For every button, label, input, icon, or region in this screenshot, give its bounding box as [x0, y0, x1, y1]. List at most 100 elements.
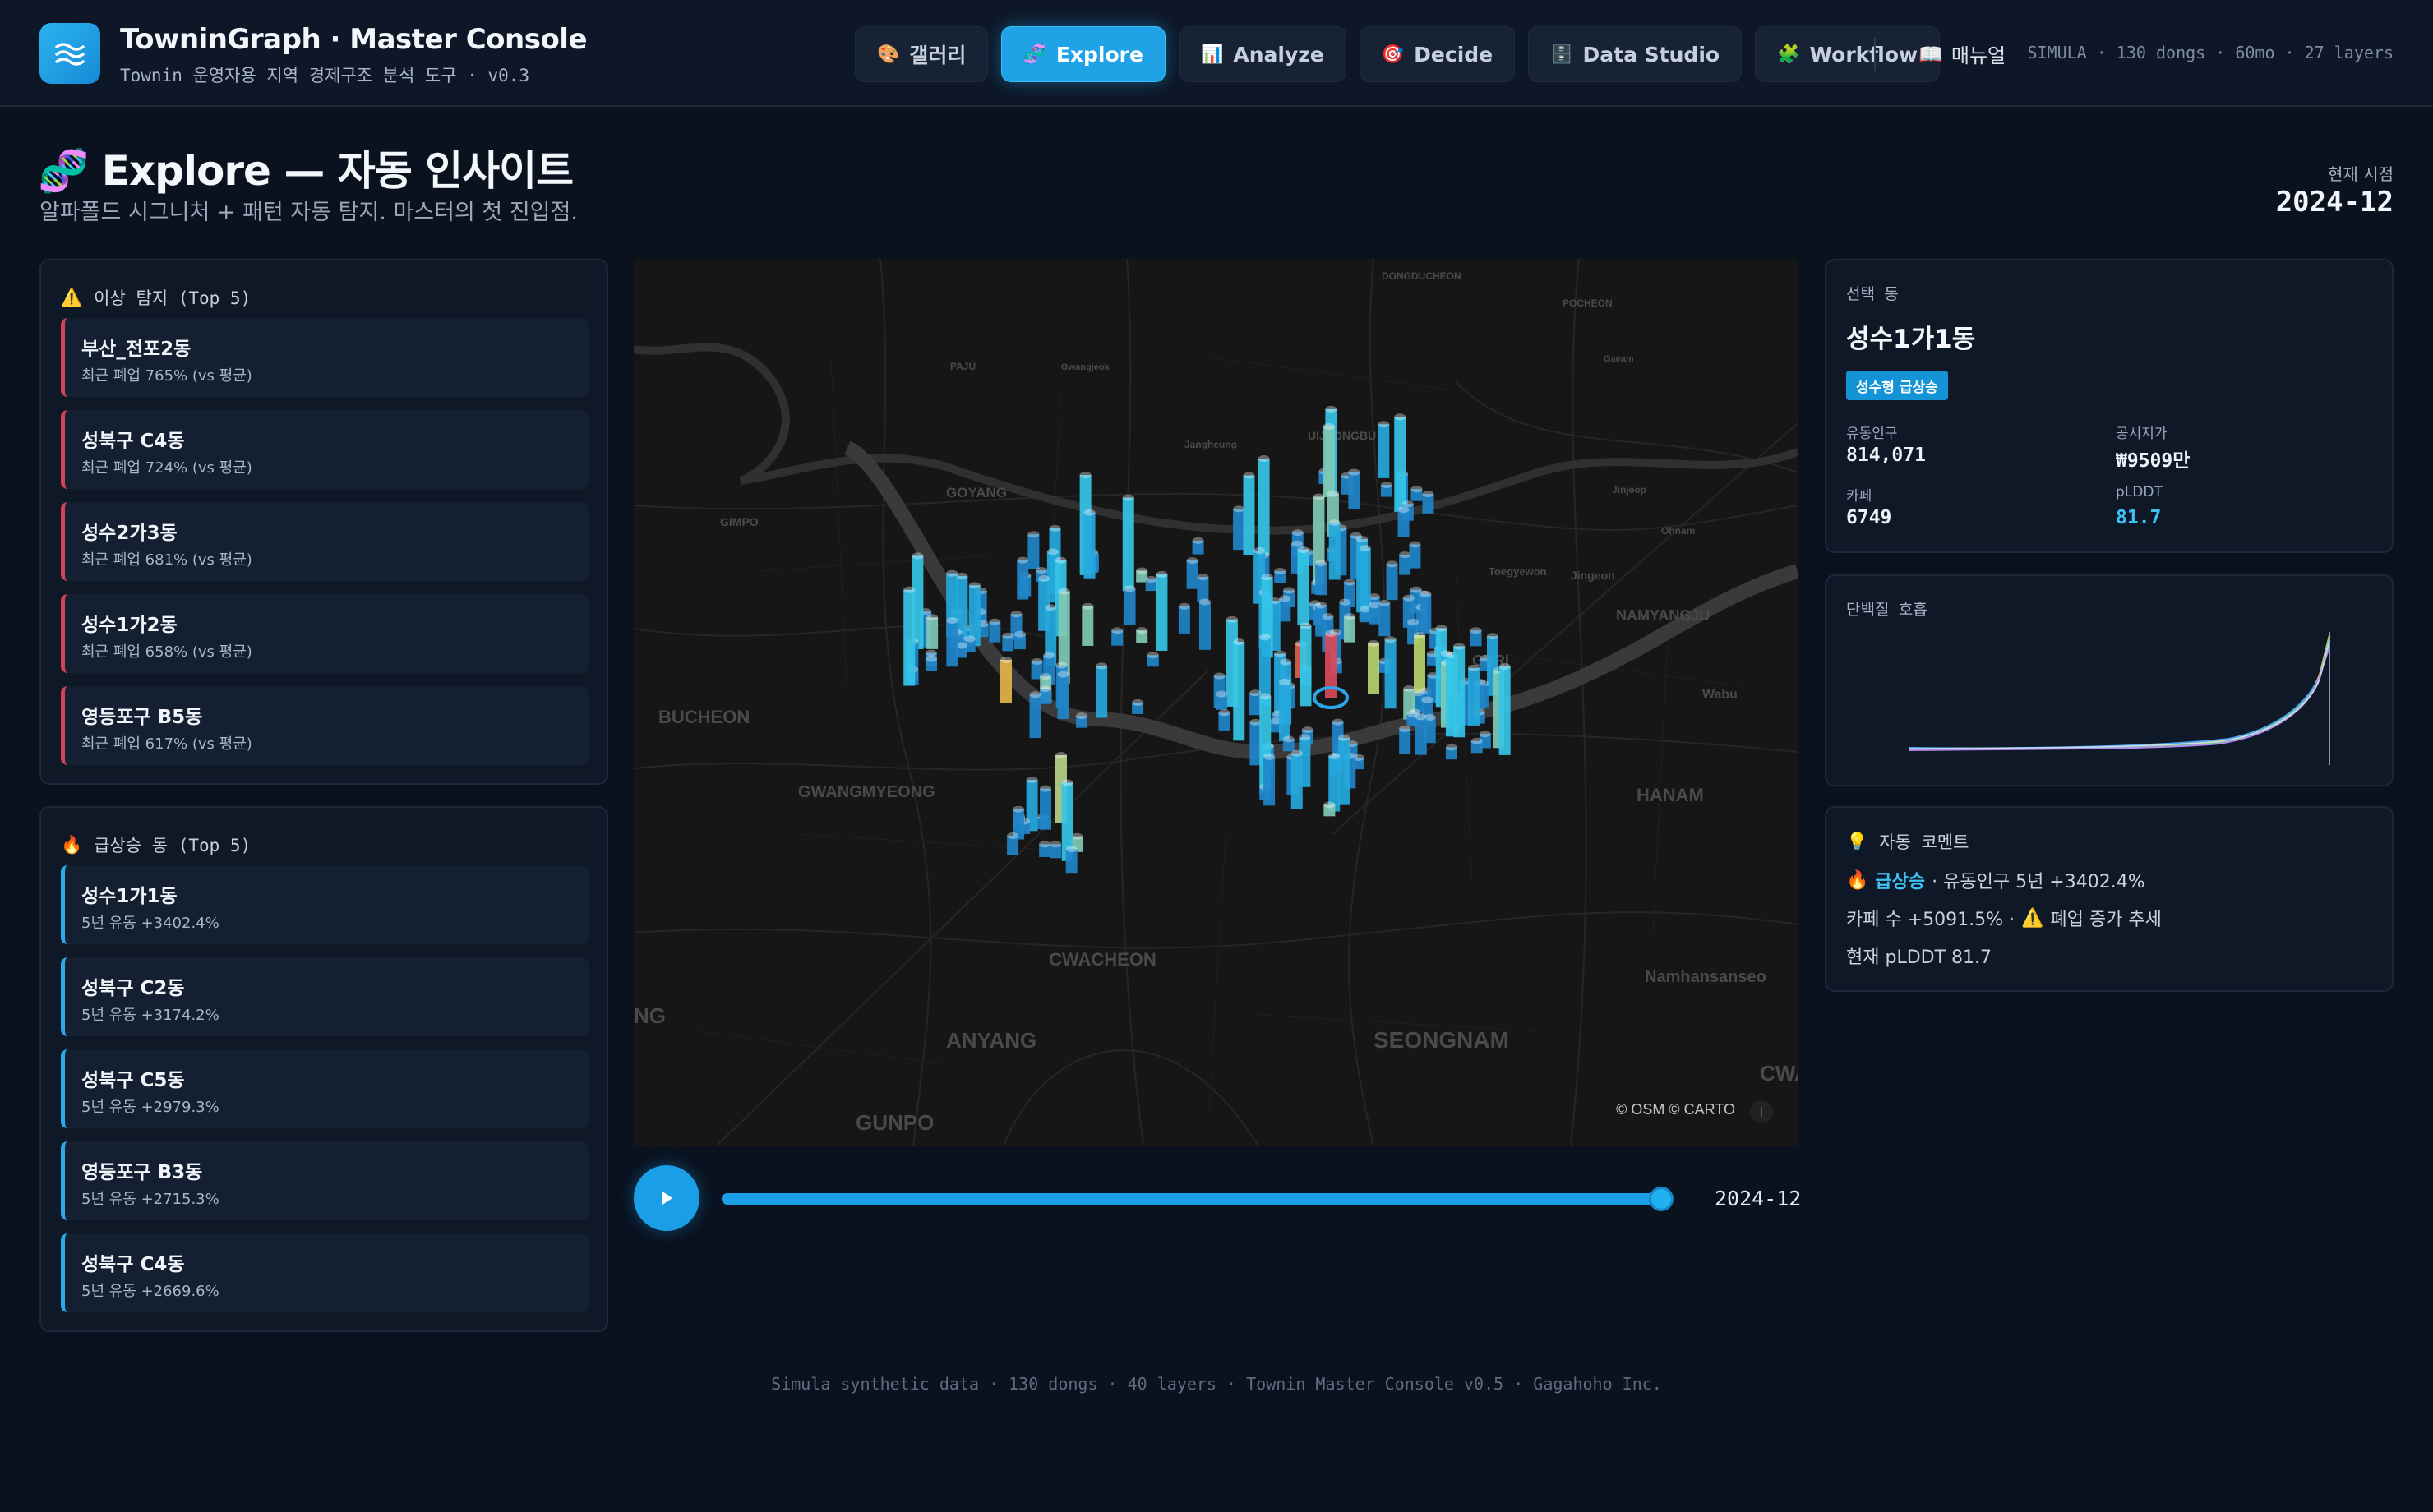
column-cap [1402, 594, 1415, 602]
tab-data-studio[interactable]: 🗄️ Data Studio [1528, 26, 1743, 82]
column-cap [1046, 548, 1059, 555]
tab-analyze[interactable]: 📊 Analyze [1178, 26, 1346, 82]
dong-column[interactable] [1233, 509, 1245, 551]
anomaly-item[interactable]: 성북구 C4동 최근 폐업 724% (vs 평균) [61, 410, 589, 489]
dong-column[interactable] [1156, 574, 1168, 651]
dong-column[interactable] [1017, 560, 1029, 600]
dong-column[interactable] [1399, 728, 1411, 754]
dong-column[interactable] [1039, 788, 1051, 830]
tab-explore[interactable]: 🧬 Explore [1001, 26, 1166, 82]
dong-column[interactable] [1300, 625, 1312, 707]
dong-column[interactable] [1096, 666, 1108, 718]
dong-column[interactable] [1027, 534, 1040, 569]
tab-gallery[interactable]: 🎨 갤러리 [855, 26, 989, 82]
anomaly-item[interactable]: 성수2가3동 최근 폐업 681% (vs 평균) [61, 502, 589, 581]
column-cap [926, 655, 938, 662]
dong-column[interactable] [1263, 756, 1276, 806]
series-line [1909, 637, 2330, 750]
dong-column[interactable] [1394, 417, 1406, 512]
tab-workflow[interactable]: 🧩 Workflow [1755, 26, 1941, 82]
dong-column[interactable] [1386, 564, 1398, 601]
dong-column[interactable] [1290, 753, 1303, 809]
dong-column[interactable] [1057, 674, 1069, 720]
dong-column[interactable] [1343, 616, 1355, 643]
column-cap [1017, 556, 1029, 564]
riser-item[interactable]: 성북구 C5동 5년 유동 +2979.3% [61, 1049, 589, 1128]
dong-column[interactable] [1338, 737, 1350, 805]
riser-item[interactable]: 성북구 C4동 5년 유동 +2669.6% [61, 1233, 589, 1312]
riser-detail: 5년 유동 +3402.4% [81, 915, 219, 932]
column-cap [1315, 602, 1327, 609]
dong-column[interactable] [1122, 497, 1134, 592]
timeline-slider[interactable] [722, 1193, 1664, 1205]
dong-column[interactable] [1498, 666, 1511, 755]
column-cap [1111, 627, 1124, 634]
map-canvas[interactable]: GOYANG BUCHEON GWANGMYEONG CWACHEON ANYA… [634, 259, 1798, 1146]
riser-item[interactable]: 성수1가1동 5년 유동 +3402.4% [61, 865, 589, 944]
anomaly-item[interactable]: 영등포구 B5동 최근 폐업 617% (vs 평균) [61, 686, 589, 765]
column-cap [1290, 749, 1303, 757]
dong-column[interactable] [1233, 642, 1245, 741]
dong-column[interactable] [1414, 635, 1425, 694]
timeline-handle[interactable] [1649, 1187, 1674, 1211]
dong-column[interactable] [1315, 563, 1327, 596]
dong-column[interactable] [1378, 424, 1390, 478]
dong-column[interactable] [1000, 660, 1012, 703]
map-view[interactable]: GOYANG BUCHEON GWANGMYEONG CWACHEON ANYA… [634, 259, 1798, 1146]
dong-column[interactable] [1453, 646, 1466, 738]
dong-column[interactable] [1297, 549, 1309, 625]
column-cap [1263, 753, 1276, 760]
riser-item[interactable]: 영등포구 B3동 5년 유동 +2715.3% [61, 1141, 589, 1220]
column-cap [1409, 541, 1421, 548]
dong-column[interactable] [1198, 602, 1211, 650]
dong-column[interactable] [1197, 577, 1209, 602]
dong-column[interactable] [1415, 717, 1427, 755]
dong-column[interactable] [1397, 509, 1410, 537]
dong-column[interactable] [1348, 472, 1360, 510]
dong-column[interactable] [1029, 694, 1041, 739]
dong-column[interactable] [1065, 849, 1078, 874]
manual-link[interactable]: 📖 매뉴얼 [1918, 39, 2006, 68]
dong-column[interactable] [1279, 598, 1291, 622]
map-label: POCHEON [1563, 297, 1613, 309]
dong-columns[interactable] [903, 405, 1511, 874]
stat-value: 6749 [1846, 507, 1892, 528]
dong-column[interactable] [1384, 639, 1397, 709]
dong-column[interactable] [1328, 523, 1341, 580]
column-cap [1327, 490, 1339, 497]
column-cap [968, 582, 981, 589]
dong-column[interactable] [1178, 606, 1190, 634]
dong-column[interactable] [1082, 606, 1094, 646]
column-cap [1259, 693, 1272, 700]
dong-column[interactable] [1420, 593, 1432, 634]
anomaly-item[interactable]: 부산_전포2동 최근 폐업 765% (vs 평균) [61, 318, 589, 397]
dong-column[interactable] [903, 589, 916, 686]
dong-column[interactable] [946, 620, 958, 667]
dong-column[interactable] [1186, 560, 1198, 589]
dong-column[interactable] [1279, 681, 1291, 741]
column-cap [1261, 574, 1273, 581]
dong-column[interactable] [1258, 459, 1270, 555]
dong-column[interactable] [926, 617, 939, 649]
dong-column[interactable] [1243, 475, 1255, 555]
dong-column[interactable] [1409, 544, 1421, 569]
info-icon[interactable]: i [1750, 1100, 1773, 1123]
tab-decide[interactable]: 🎯 Decide [1359, 26, 1516, 82]
column-cap [1178, 602, 1190, 610]
map-label: NAMYANGJU [1616, 607, 1710, 624]
dna-icon: 🧬 [1023, 44, 1046, 65]
dong-column[interactable] [1323, 426, 1335, 498]
map-label: GOYANG [946, 485, 1007, 500]
dong-column[interactable] [1249, 693, 1262, 716]
dong-column[interactable] [1378, 602, 1391, 637]
dong-column[interactable] [1468, 667, 1480, 726]
riser-detail: 5년 유동 +3174.2% [81, 1007, 219, 1024]
dong-column[interactable] [1368, 643, 1379, 694]
dong-column[interactable] [1124, 588, 1136, 625]
column-cap [1359, 545, 1371, 552]
anomaly-item[interactable]: 성수1가2동 최근 폐업 658% (vs 평균) [61, 594, 589, 673]
dong-column[interactable] [1083, 512, 1096, 579]
riser-item[interactable]: 성북구 C2동 5년 유동 +3174.2% [61, 957, 589, 1036]
riser-detail: 5년 유동 +2979.3% [81, 1099, 219, 1116]
play-button[interactable] [634, 1165, 699, 1231]
